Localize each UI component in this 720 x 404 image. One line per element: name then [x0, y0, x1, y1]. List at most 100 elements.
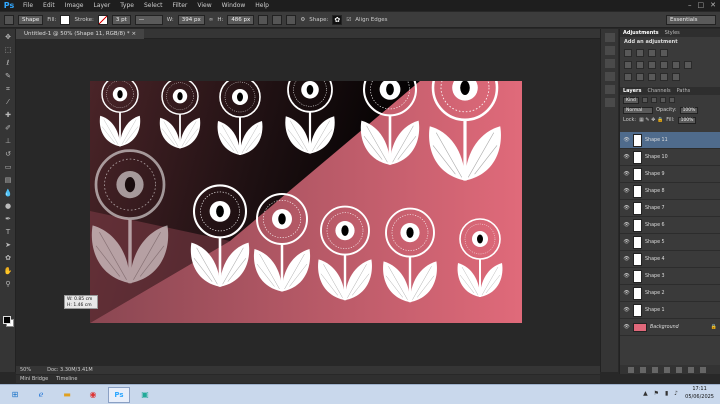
lasso-tool-icon[interactable]: ℓ	[3, 58, 13, 68]
link-icon[interactable]: ∞	[209, 17, 214, 23]
type-tool-icon[interactable]: T	[3, 227, 13, 237]
quick-select-tool-icon[interactable]: ✎	[3, 71, 13, 81]
menu-edit[interactable]: Edit	[38, 2, 60, 9]
menu-filter[interactable]: Filter	[168, 2, 193, 9]
eye-icon[interactable]: 👁	[623, 290, 630, 296]
height-field[interactable]: 486 px	[227, 14, 255, 25]
eraser-tool-icon[interactable]: ▭	[3, 162, 13, 172]
foreground-color-swatch[interactable]	[3, 316, 11, 324]
workspace-select[interactable]: Essentials	[666, 14, 716, 25]
media-app-icon[interactable]: ▣	[134, 387, 156, 403]
eye-icon[interactable]: 👁	[623, 222, 630, 228]
crop-tool-icon[interactable]: ⌗	[3, 84, 13, 94]
eyedropper-tool-icon[interactable]: ⁄	[3, 97, 13, 107]
selective-color-icon[interactable]	[672, 73, 680, 81]
stroke-width-field[interactable]: 3 pt	[111, 14, 131, 25]
blend-mode-select[interactable]: Normal	[623, 106, 653, 114]
chrome-icon[interactable]: ◉	[82, 387, 104, 403]
layer-row-shape-6[interactable]: 👁 Shape 6	[620, 217, 720, 234]
delete-layer-icon[interactable]	[700, 366, 706, 373]
layer-style-icon[interactable]	[640, 366, 646, 373]
paragraph-panel-icon[interactable]	[605, 98, 615, 107]
minimize-icon[interactable]: –	[688, 1, 692, 9]
tab-timeline[interactable]: Timeline	[56, 375, 77, 383]
new-adjustment-icon[interactable]	[664, 366, 670, 373]
gradient-map-icon[interactable]	[660, 73, 668, 81]
eye-icon[interactable]: 👁	[623, 256, 630, 262]
tool-preset-icon[interactable]	[4, 14, 14, 25]
vibrance-icon[interactable]	[624, 61, 632, 69]
artboard-canvas[interactable]	[90, 81, 522, 323]
tab-adjustments[interactable]: Adjustments	[623, 29, 659, 37]
layer-row-shape-8[interactable]: 👁 Shape 8	[620, 183, 720, 200]
layer-row-shape-5[interactable]: 👁 Shape 5	[620, 234, 720, 251]
menu-layer[interactable]: Layer	[88, 2, 115, 9]
document-tab[interactable]: Untitled-1 @ 50% (Shape 11, RGB/8) * ×	[16, 29, 145, 39]
stroke-type-select[interactable]: —	[134, 14, 163, 25]
eye-icon[interactable]: 👁	[623, 137, 630, 143]
filter-pixel-icon[interactable]	[641, 97, 648, 103]
eye-icon[interactable]: 👁	[623, 324, 630, 330]
menu-type[interactable]: Type	[115, 2, 139, 9]
tab-styles[interactable]: Styles	[665, 29, 680, 37]
new-group-icon[interactable]	[676, 366, 682, 373]
new-layer-icon[interactable]	[688, 366, 694, 373]
add-mask-icon[interactable]	[652, 366, 658, 373]
path-selection-tool-icon[interactable]: ➤	[3, 240, 13, 250]
filter-adjustment-icon[interactable]	[650, 97, 657, 103]
healing-brush-tool-icon[interactable]: ✚	[3, 110, 13, 120]
file-explorer-icon[interactable]: ▬	[56, 387, 78, 403]
tab-mini-bridge[interactable]: Mini Bridge	[20, 375, 48, 383]
tab-layers[interactable]: Layers	[623, 87, 642, 95]
eye-icon[interactable]: 👁	[623, 188, 630, 194]
threshold-icon[interactable]	[648, 73, 656, 81]
photoshop-taskbar-icon[interactable]: Ps	[108, 386, 130, 403]
brightness-icon[interactable]	[624, 49, 632, 57]
path-operations-icon[interactable]	[258, 14, 269, 25]
path-alignment-icon[interactable]	[272, 14, 283, 25]
clone-stamp-tool-icon[interactable]: ⊥	[3, 136, 13, 146]
link-layers-icon[interactable]	[628, 366, 634, 373]
black-white-icon[interactable]	[660, 61, 668, 69]
tool-mode-select[interactable]: Shape	[18, 14, 44, 25]
eye-icon[interactable]: 👁	[623, 273, 630, 279]
close-icon[interactable]: ✕	[710, 1, 716, 9]
layer-row-background[interactable]: 👁 Background 🔒	[620, 319, 720, 336]
hue-saturation-icon[interactable]	[636, 61, 644, 69]
eye-icon[interactable]: 👁	[623, 205, 630, 211]
fill-field[interactable]: 100%	[677, 116, 697, 124]
doc-size[interactable]: Doc: 3.30M/3.41M	[47, 366, 93, 374]
width-field[interactable]: 394 px	[177, 14, 205, 25]
layer-row-shape-4[interactable]: 👁 Shape 4	[620, 251, 720, 268]
opacity-field[interactable]: 100%	[679, 106, 699, 114]
hand-tool-icon[interactable]: ✋	[3, 266, 13, 276]
dodge-tool-icon[interactable]: ●	[3, 201, 13, 211]
layer-row-shape-11[interactable]: 👁 Shape 11	[620, 132, 720, 149]
layer-row-shape-9[interactable]: 👁 Shape 9	[620, 166, 720, 183]
layer-row-shape-2[interactable]: 👁 Shape 2	[620, 285, 720, 302]
photo-filter-icon[interactable]	[672, 61, 680, 69]
fill-swatch[interactable]	[60, 14, 71, 25]
tab-paths[interactable]: Paths	[677, 87, 691, 95]
eye-icon[interactable]: 👁	[623, 307, 630, 313]
pen-tool-icon[interactable]: ✒	[3, 214, 13, 224]
ie-icon[interactable]: ℯ	[30, 387, 52, 403]
menu-image[interactable]: Image	[60, 2, 89, 9]
close-tab-icon[interactable]: ×	[131, 31, 136, 37]
invert-icon[interactable]	[624, 73, 632, 81]
taskbar-clock[interactable]: 17:11 05/06/2025	[685, 385, 714, 401]
info-panel-icon[interactable]	[605, 59, 615, 68]
channel-mixer-icon[interactable]	[684, 61, 692, 69]
custom-shape-tool-icon[interactable]: ✿	[3, 253, 13, 263]
system-tray-icons[interactable]: ▲ ⚑ ▮ ♪	[643, 390, 680, 397]
posterize-icon[interactable]	[636, 73, 644, 81]
layer-row-shape-1[interactable]: 👁 Shape 1	[620, 302, 720, 319]
character-panel-icon[interactable]	[605, 85, 615, 94]
zoom-level[interactable]: 50%	[20, 366, 31, 374]
menu-file[interactable]: File	[18, 2, 38, 9]
maximize-icon[interactable]: □	[698, 1, 705, 9]
eye-icon[interactable]: 👁	[623, 154, 630, 160]
shape-picker[interactable]: ✿	[332, 14, 343, 25]
eye-icon[interactable]: 👁	[623, 239, 630, 245]
blur-tool-icon[interactable]: 💧	[3, 188, 13, 198]
